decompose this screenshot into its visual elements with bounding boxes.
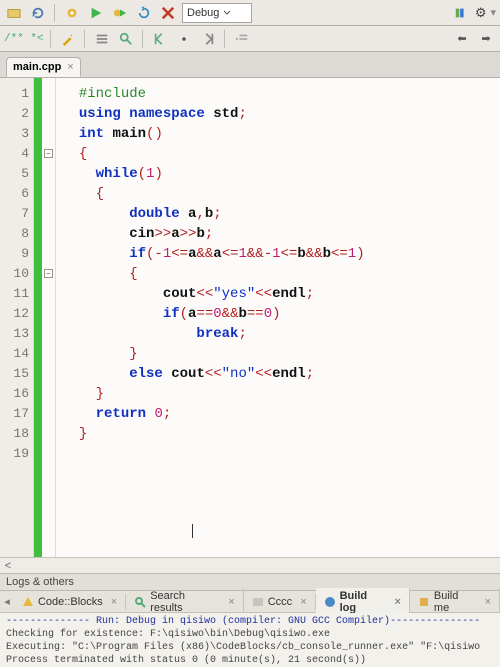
step-fwd-icon[interactable] <box>198 29 218 49</box>
editor-area[interactable]: 12345678910111213141516171819 −− #includ… <box>0 78 500 557</box>
fold-toggle[interactable]: − <box>44 269 53 278</box>
rebuild-icon[interactable] <box>134 3 154 23</box>
gear-icon[interactable] <box>62 3 82 23</box>
toolbar-secondary: /** *< ⬅ ➡ <box>0 26 500 52</box>
line-number-gutter: 12345678910111213141516171819 <box>0 78 34 557</box>
toolbar-main: Debug ⚙ ▾ <box>0 0 500 26</box>
list-icon[interactable] <box>92 29 112 49</box>
fold-gutter[interactable]: −− <box>42 78 56 557</box>
close-icon[interactable]: × <box>395 596 401 608</box>
file-tab-label: main.cpp <box>13 61 61 73</box>
panel-tab-build-log[interactable]: Build log× <box>316 588 410 616</box>
nav-fwd-icon[interactable]: ➡ <box>476 29 496 49</box>
close-icon[interactable]: × <box>300 596 306 608</box>
search-icon[interactable] <box>116 29 136 49</box>
panel-tab-build-me[interactable]: Build me× <box>410 588 500 616</box>
panel-tab-code-blocks[interactable]: Code::Blocks× <box>14 594 126 610</box>
close-icon[interactable]: × <box>67 61 73 73</box>
logs-panel-tabs: ◂ Code::Blocks×Search results×Cccc×Build… <box>0 591 500 613</box>
gear-small-icon[interactable]: ⚙ <box>475 5 487 21</box>
horizontal-scrollbar[interactable]: < <box>0 557 500 573</box>
file-tab-main[interactable]: main.cpp × <box>6 57 81 77</box>
brackets-label: /** *< <box>4 33 44 45</box>
ide-window: Debug ⚙ ▾ /** *< ⬅ ➡ main.cpp × 123 <box>0 0 500 667</box>
logo-icon <box>451 3 471 23</box>
build-run-icon[interactable] <box>110 3 130 23</box>
build-log-output[interactable]: -------------- Run: Debug in qisiwo (com… <box>0 613 500 667</box>
build-target-dropdown[interactable]: Debug <box>182 3 252 23</box>
stop-icon[interactable] <box>158 3 178 23</box>
wand-icon[interactable] <box>58 29 78 49</box>
file-tabs-bar: main.cpp × <box>0 52 500 78</box>
chevron-down-icon <box>223 9 231 17</box>
fold-toggle[interactable]: − <box>44 149 53 158</box>
nav-back-icon[interactable]: ⬅ <box>452 29 472 49</box>
close-icon[interactable]: × <box>111 596 117 608</box>
change-marker-bar <box>34 78 42 557</box>
close-icon[interactable]: × <box>228 596 234 608</box>
build-target-label: Debug <box>187 7 219 19</box>
dot-icon[interactable] <box>174 29 194 49</box>
step-back-icon[interactable] <box>150 29 170 49</box>
refresh-icon[interactable] <box>28 3 48 23</box>
panel-tab-cccc[interactable]: Cccc× <box>244 594 316 610</box>
open-icon[interactable] <box>4 3 24 23</box>
code-content[interactable]: #include using namespace std; int main()… <box>56 78 500 557</box>
indent-icon[interactable] <box>232 29 252 49</box>
panel-tab-search-results[interactable]: Search results× <box>126 588 244 616</box>
close-icon[interactable]: × <box>485 596 491 608</box>
run-icon[interactable] <box>86 3 106 23</box>
